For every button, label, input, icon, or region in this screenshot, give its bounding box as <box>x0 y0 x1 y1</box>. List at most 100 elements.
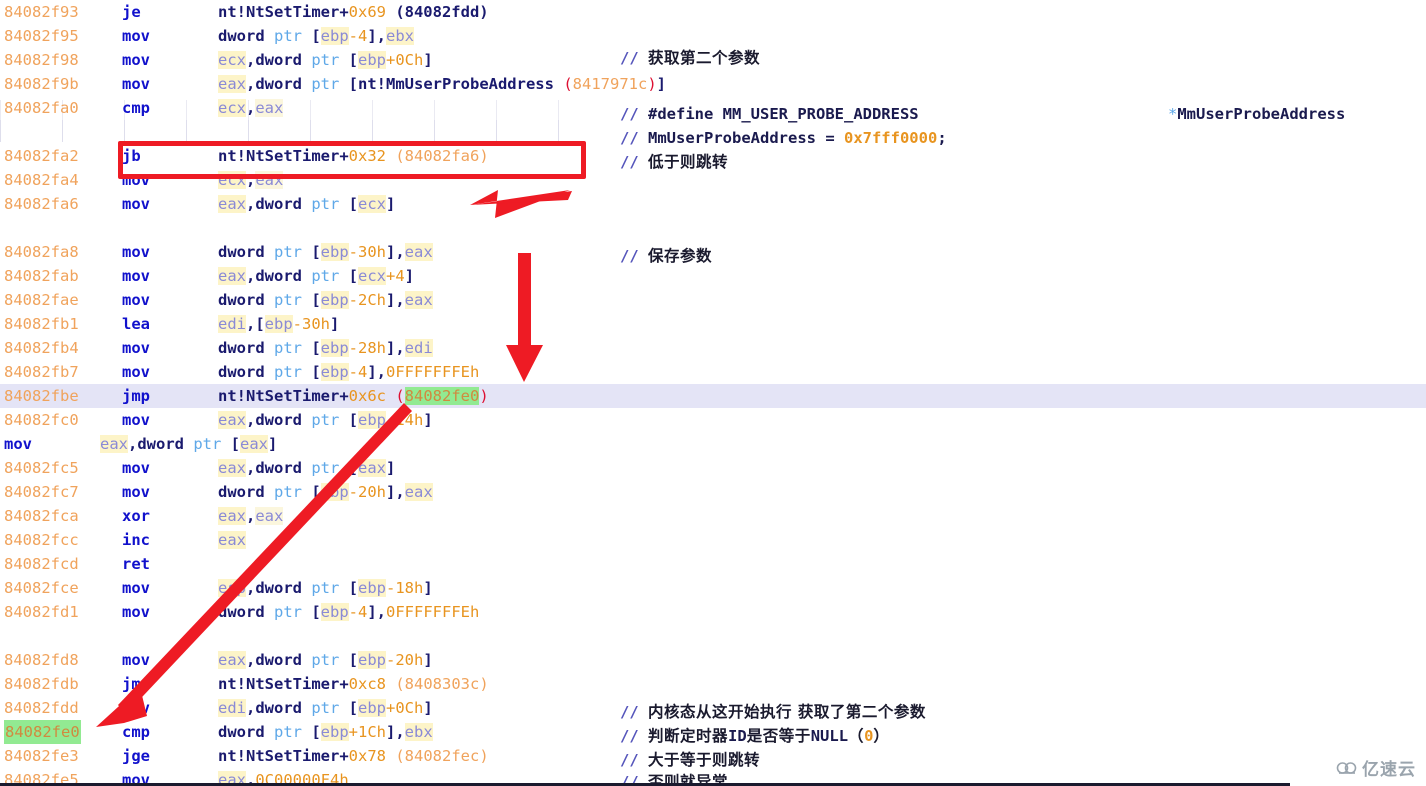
instruction-operands: eax,dword ptr [ecx] <box>218 195 396 213</box>
disassembly-row[interactable]: 84082fca xor eax,eax <box>0 504 1426 528</box>
disassembly-row[interactable]: 84082fab mov eax,dword ptr [ecx+4] <box>0 264 1426 288</box>
instruction-mnemonic: mov <box>122 651 150 669</box>
instruction-mnemonic: jge <box>122 747 150 765</box>
instruction-operands: ecx,dword ptr [ebp+0Ch] <box>218 51 433 69</box>
instruction-address: 84082fe0 <box>4 720 81 744</box>
instruction-operands: eax,dword ptr [ebp-20h] <box>218 651 433 669</box>
disassembly-row[interactable]: mov eax,dword ptr [eax] <box>0 432 1426 456</box>
disassembly-row[interactable]: 84082fb7 mov dword ptr [ebp-4],0FFFFFFFEh <box>0 360 1426 384</box>
instruction-address: 84082fae <box>4 291 79 309</box>
instruction-address: 84082fb4 <box>4 339 79 357</box>
instruction-operands: dword ptr [ebp+1Ch],ebx <box>218 723 433 741</box>
instruction-mnemonic: mov <box>122 291 150 309</box>
instruction-address: 84082fd1 <box>4 603 79 621</box>
instruction-operands: eax,dword ptr [ebp-14h] <box>218 411 433 429</box>
disassembly-row[interactable]: 84082fcc inc eax <box>0 528 1426 552</box>
instruction-address: 84082fc7 <box>4 483 79 501</box>
instruction-operands: esp,dword ptr [ebp-18h] <box>218 579 433 597</box>
instruction-operands: eax,eax <box>218 507 284 525</box>
disassembly-row[interactable]: 84082fd8 mov eax,dword ptr [ebp-20h] <box>0 648 1426 672</box>
instruction-address: 84082fab <box>4 267 79 285</box>
instruction-address: 84082fa0 <box>4 99 79 117</box>
disassembly-row[interactable]: 84082fcd ret <box>0 552 1426 576</box>
instruction-address: 84082fa4 <box>4 171 79 189</box>
instruction-operands: eax <box>218 531 246 549</box>
instruction-operands: nt!NtSetTimer+0x78 (84082fec) <box>218 747 489 765</box>
disassembly-row[interactable]: 84082fa6 mov eax,dword ptr [ecx] <box>0 192 1426 216</box>
instruction-mnemonic: mov <box>122 339 150 357</box>
instruction-mnemonic: inc <box>122 531 150 549</box>
instruction-address: 84082fc0 <box>4 411 79 429</box>
instruction-address: 84082fcc <box>4 531 79 549</box>
instruction-operands: nt!NtSetTimer+0x32 (84082fa6) <box>218 147 489 165</box>
disassembly-row[interactable]: 84082fbe jmp nt!NtSetTimer+0x6c (84082fe0) <box>0 384 1426 408</box>
instruction-address: 84082f95 <box>4 27 79 45</box>
instruction-operands: dword ptr [ebp-20h],eax <box>218 483 433 501</box>
instruction-mnemonic: lea <box>122 315 150 333</box>
instruction-address: 84082fcd <box>4 555 79 573</box>
disassembly-row[interactable]: 84082fc5 mov eax,dword ptr [eax] <box>0 456 1426 480</box>
instruction-operands: eax,dword ptr [eax] <box>100 435 278 453</box>
instruction-operands: edi,dword ptr [ebp+0Ch] <box>218 699 433 717</box>
disassembly-row[interactable]: 84082f9b mov eax,dword ptr [nt!MmUserProbe… <box>0 72 1426 96</box>
instruction-mnemonic: jmp <box>122 675 150 693</box>
disassembly-row[interactable]: 84082f95 mov dword ptr [ebp-4],ebx <box>0 24 1426 48</box>
disassembly-row[interactable]: 84082fae mov dword ptr [ebp-2Ch],eax <box>0 288 1426 312</box>
instruction-mnemonic: mov <box>122 459 150 477</box>
instruction-mnemonic: mov <box>122 171 150 189</box>
instruction-address: 84082f93 <box>4 3 79 21</box>
disassembly-row[interactable]: 84082f93 je nt!NtSetTimer+0x69 (84082fdd) <box>0 0 1426 24</box>
disassembly-row[interactable]: 84082fa8 mov dword ptr [ebp-30h],eax <box>0 240 1426 264</box>
watermark: 亿速云 <box>1336 755 1416 780</box>
source-comment: // 内核态从这开始执行 获取了第二个参数 <box>620 703 926 721</box>
source-comment: // #define MM_USER_PROBE_ADDRESS <box>620 105 919 123</box>
instruction-address: 84082fdd <box>4 699 79 717</box>
watermark-text: 亿速云 <box>1362 760 1416 780</box>
disassembly-row[interactable]: 84082fb1 lea edi,[ebp-30h] <box>0 312 1426 336</box>
instruction-address: 84082fca <box>4 507 79 525</box>
instruction-mnemonic: mov <box>122 579 150 597</box>
instruction-mnemonic: mov <box>122 603 150 621</box>
instruction-operands: dword ptr [ebp-2Ch],eax <box>218 291 433 309</box>
instruction-address: 84082fa2 <box>4 147 79 165</box>
disassembly-row[interactable]: 84082fc7 mov dword ptr [ebp-20h],eax <box>0 480 1426 504</box>
instruction-operands: eax,dword ptr [eax] <box>218 459 396 477</box>
instruction-mnemonic: cmp <box>122 99 150 117</box>
instruction-address: 84082fce <box>4 579 79 597</box>
source-comment: *MmUserProbeAddress <box>1168 105 1346 123</box>
disassembly-row[interactable]: 84082fce mov esp,dword ptr [ebp-18h] <box>0 576 1426 600</box>
instruction-operands: eax,dword ptr [ecx+4] <box>218 267 415 285</box>
screenshot-root: 84082f93 je nt!NtSetTimer+0x69 (84082fdd) 8… <box>0 0 1426 786</box>
instruction-operands: dword ptr [ebp-28h],edi <box>218 339 433 357</box>
disassembly-gap <box>0 216 1426 240</box>
instruction-operands: nt!NtSetTimer+0x6c (84082fe0) <box>218 387 489 405</box>
instruction-address: 84082fbe <box>4 387 79 405</box>
instruction-mnemonic: mov <box>122 483 150 501</box>
instruction-operands: dword ptr [ebp-4],0FFFFFFFEh <box>218 363 480 381</box>
instruction-mnemonic: mov <box>122 27 150 45</box>
instruction-operands: ecx,eax <box>218 171 284 189</box>
instruction-mnemonic: jmp <box>122 387 150 405</box>
disassembly-gap <box>0 624 1426 648</box>
disassembly-row[interactable]: 84082fc0 mov eax,dword ptr [ebp-14h] <box>0 408 1426 432</box>
disassembly-row[interactable]: 84082fdb jmp nt!NtSetTimer+0xc8 (8408303c) <box>0 672 1426 696</box>
instruction-address: 84082fb1 <box>4 315 79 333</box>
instruction-address: 84082fd8 <box>4 651 79 669</box>
instruction-mnemonic: mov <box>122 699 150 717</box>
instruction-operands: nt!NtSetTimer+0x69 (84082fdd) <box>218 3 489 21</box>
disassembly-row[interactable]: 84082fd1 mov dword ptr [ebp-4],0FFFFFFFEh <box>0 600 1426 624</box>
instruction-mnemonic: cmp <box>122 723 150 741</box>
source-comment: // MmUserProbeAddress = 0x7fff0000; <box>620 129 947 147</box>
instruction-operands: eax,dword ptr [nt!MmUserProbeAddress (84… <box>218 75 666 93</box>
disassembly-row[interactable]: 84082fb4 mov dword ptr [ebp-28h],edi <box>0 336 1426 360</box>
instruction-mnemonic: ret <box>122 555 150 573</box>
instruction-mnemonic: je <box>122 3 141 21</box>
instruction-address: 84082fb7 <box>4 363 79 381</box>
instruction-operands: ecx,eax <box>218 99 284 117</box>
instruction-mnemonic: xor <box>122 507 150 525</box>
instruction-mnemonic: mov <box>4 435 32 453</box>
instruction-address: 84082fe3 <box>4 747 79 765</box>
instruction-operands: edi,[ebp-30h] <box>218 315 340 333</box>
instruction-mnemonic: mov <box>122 243 150 261</box>
instruction-mnemonic: mov <box>122 195 150 213</box>
